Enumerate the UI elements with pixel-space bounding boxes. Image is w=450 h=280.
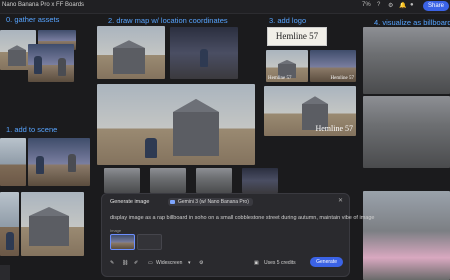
- sidebar-toggle[interactable]: [0, 265, 10, 280]
- asset-image[interactable]: [28, 44, 74, 82]
- notifications-icon[interactable]: 🔔: [399, 2, 406, 9]
- add-image-button[interactable]: [137, 234, 162, 250]
- help-icon[interactable]: ?: [377, 2, 380, 8]
- generated-variant[interactable]: [196, 168, 232, 193]
- generated-variant[interactable]: [104, 168, 140, 193]
- section-label-draw-map: 2. draw map w/ location coordinates: [108, 16, 228, 25]
- watermark-text: Hemline 57: [268, 76, 292, 81]
- prompt-text[interactable]: display image as a rap billboard in soho…: [110, 215, 374, 221]
- generated-variant[interactable]: [242, 168, 278, 193]
- section-label-add-to-scene: 1. add to scene: [6, 125, 58, 134]
- map-image[interactable]: [170, 27, 238, 79]
- share-button[interactable]: Share: [422, 1, 449, 11]
- scene-image[interactable]: [0, 138, 26, 186]
- edit-icon[interactable]: ✐: [134, 260, 138, 266]
- logo-variant[interactable]: Hemline 57: [310, 50, 356, 82]
- generate-button[interactable]: Generate: [310, 257, 343, 267]
- section-label-gather-assets: 0. gather assets: [6, 15, 60, 24]
- panel-title: Generate image: [110, 199, 150, 205]
- generated-variant[interactable]: [150, 168, 186, 193]
- scene-image[interactable]: [28, 138, 90, 186]
- settings-icon[interactable]: ⚙: [199, 260, 203, 266]
- hemline-logo[interactable]: Hemline 57: [267, 27, 327, 46]
- top-bar: Nano Banana Pro x FF Boards 7% ? ⚙ 🔔 ● S…: [0, 0, 450, 14]
- watermark-text: Hemline 57: [315, 124, 353, 133]
- image-icon[interactable]: ▣: [254, 260, 259, 266]
- logo-scene-image[interactable]: Hemline 57: [264, 86, 356, 136]
- close-icon[interactable]: ✕: [338, 197, 343, 204]
- link-icon[interactable]: ⛓: [122, 260, 128, 266]
- watermark-text: Hemline 57: [330, 76, 354, 81]
- credits-text: Uses 5 credits: [264, 260, 296, 266]
- billboard-image[interactable]: [363, 27, 450, 94]
- brush-icon[interactable]: ✎: [110, 260, 114, 266]
- aspect-icon: ▭: [148, 260, 153, 266]
- scene-image[interactable]: [21, 192, 84, 256]
- scene-image[interactable]: [0, 192, 19, 256]
- settings-icon[interactable]: ⚙: [388, 2, 393, 9]
- avatar[interactable]: ●: [410, 2, 414, 8]
- main-scene-image[interactable]: [97, 84, 255, 165]
- model-selector[interactable]: Gemini 3 (w/ Nano Banana Pro): [168, 198, 253, 206]
- zoom-level[interactable]: 7%: [362, 2, 371, 8]
- billboard-image[interactable]: [363, 191, 450, 280]
- logo-variant[interactable]: Hemline 57: [266, 50, 308, 82]
- image-label: Image: [110, 228, 122, 233]
- aspect-selector[interactable]: Widescreen: [156, 260, 182, 266]
- window-title: Nano Banana Pro x FF Boards: [2, 2, 85, 8]
- generate-image-panel: Generate image Gemini 3 (w/ Nano Banana …: [101, 193, 374, 277]
- section-label-visualize-billboard: 4. visualize as billboard: [374, 18, 450, 27]
- billboard-image[interactable]: [363, 96, 450, 168]
- map-image[interactable]: [97, 26, 165, 79]
- reference-thumbnail[interactable]: [110, 234, 135, 250]
- section-label-add-logo: 3. add logo: [269, 16, 307, 25]
- chevron-down-icon[interactable]: ▾: [188, 260, 191, 266]
